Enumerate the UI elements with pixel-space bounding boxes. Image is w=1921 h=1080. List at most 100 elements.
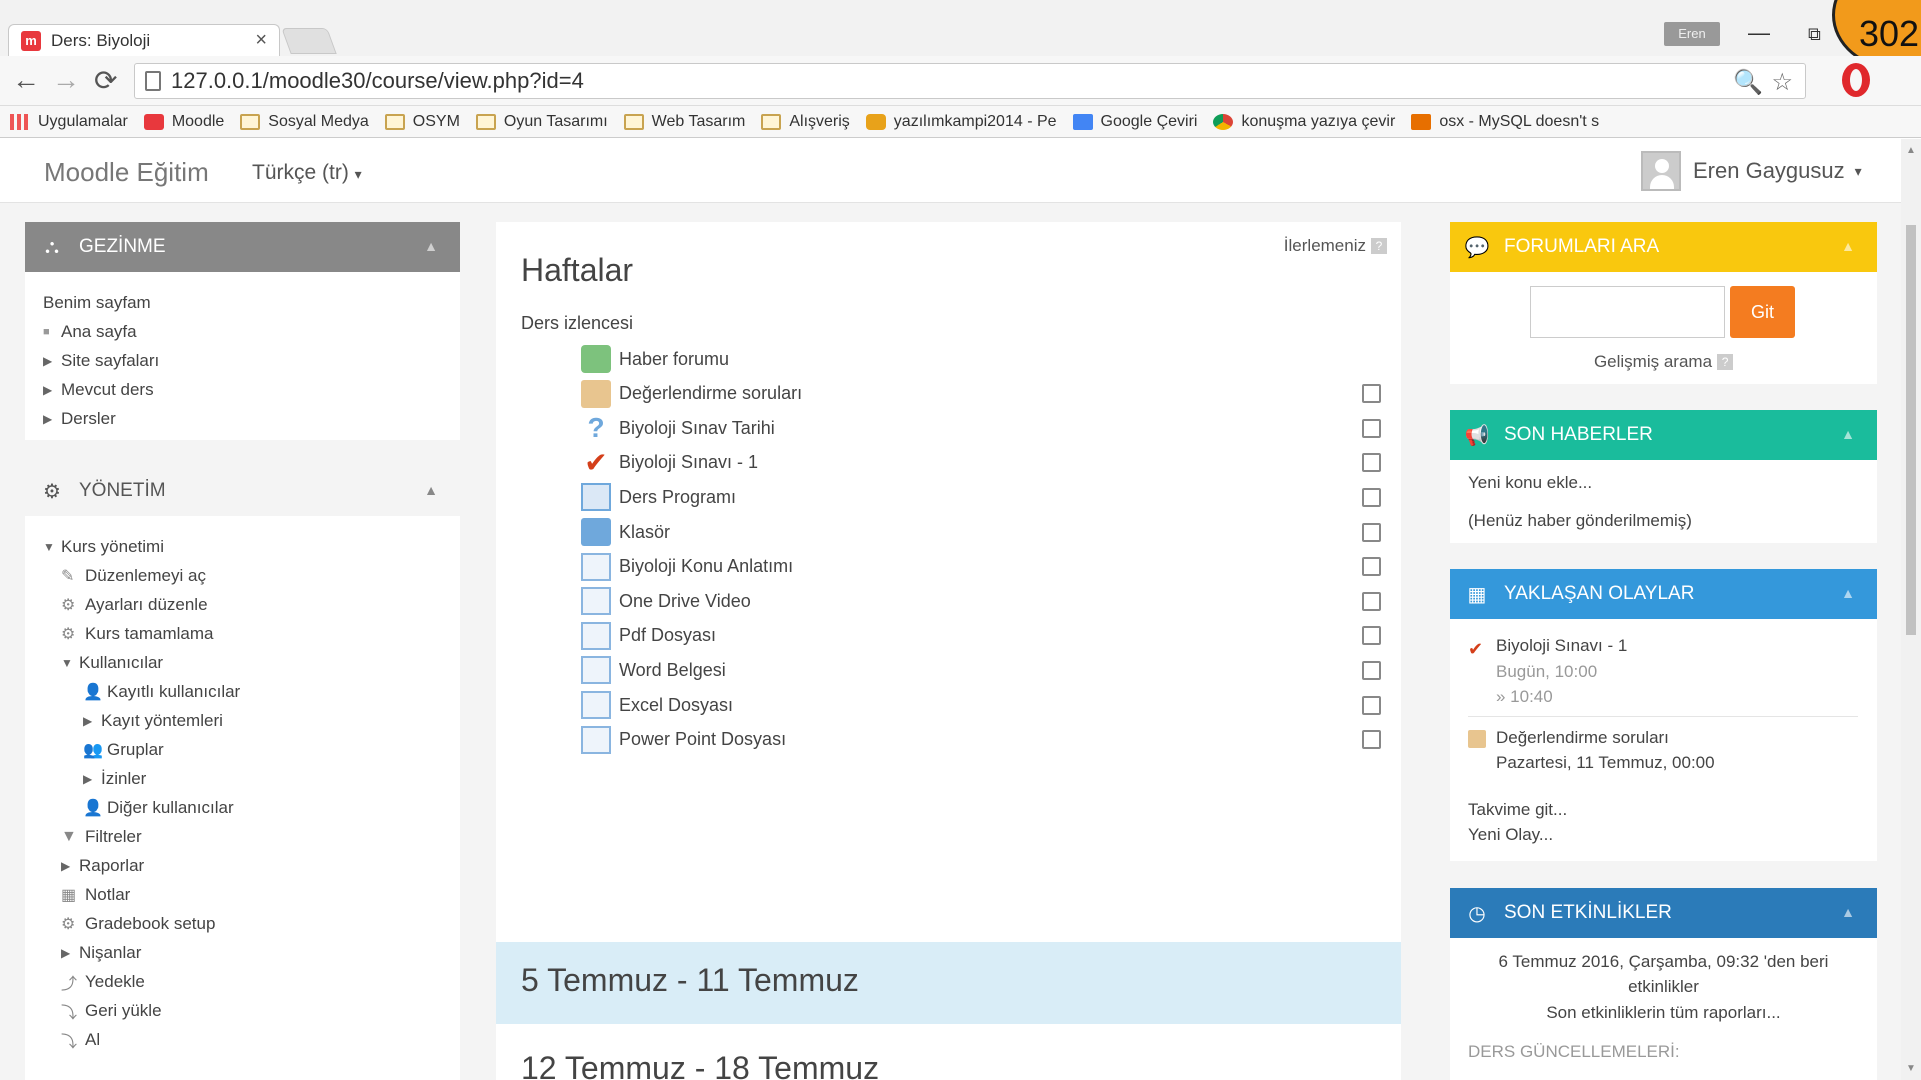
opera-extension-icon[interactable] — [1842, 63, 1870, 97]
bookmark-item[interactable]: Google Çeviri — [1072, 113, 1197, 131]
activity-link[interactable]: One Drive Video — [619, 591, 751, 612]
scroll-up-icon[interactable]: ▲ — [1906, 145, 1916, 156]
scroll-thumb[interactable] — [1906, 225, 1916, 635]
activity-link[interactable]: Biyoloji Sınavı - 1 — [619, 452, 758, 473]
site-brand[interactable]: Moodle Eğitim — [44, 157, 209, 188]
tree-item[interactable]: ⚙ Ayarları düzenle — [43, 590, 442, 619]
add-topic-link[interactable]: Yeni konu ekle... — [1468, 473, 1592, 493]
forum-search-input[interactable] — [1530, 286, 1725, 338]
back-icon[interactable]: ← — [12, 64, 40, 96]
bookmark-item[interactable]: yazılımkampi2014 - Pe — [865, 113, 1057, 131]
completion-checkbox[interactable] — [1362, 418, 1381, 438]
address-bar[interactable]: 127.0.0.1/moodle30/course/view.php?id=4 … — [134, 63, 1806, 99]
tree-item[interactable]: ▶ Mevcut ders — [43, 375, 442, 404]
tree-item[interactable]: ⚙ Gradebook setup — [43, 909, 442, 938]
completion-checkbox[interactable] — [1362, 626, 1381, 646]
language-menu[interactable]: Türkçe (tr) ▾ — [252, 161, 362, 185]
completion-checkbox[interactable] — [1362, 522, 1381, 542]
bookmark-item[interactable]: Moodle — [143, 113, 224, 131]
completion-checkbox[interactable] — [1362, 660, 1381, 680]
collapse-icon[interactable]: ▲ — [424, 482, 438, 498]
completion-checkbox[interactable] — [1362, 730, 1381, 750]
new-tab-button[interactable] — [281, 28, 337, 54]
forward-icon[interactable]: → — [52, 64, 80, 96]
completion-checkbox[interactable] — [1362, 591, 1381, 611]
browser-tab[interactable]: m Ders: Biyoloji × — [8, 24, 280, 56]
activity-item[interactable]: Word Belgesi — [581, 654, 1381, 686]
go-button[interactable]: Git — [1730, 286, 1795, 338]
tree-item[interactable]: ▼ Kurs yönetimi — [43, 532, 442, 561]
activity-link[interactable]: Haber forumu — [619, 349, 729, 370]
activity-item[interactable]: Biyoloji Konu Anlatımı — [581, 551, 1381, 583]
latest-news-header[interactable]: 📢 SON HABERLER ▲ — [1450, 410, 1877, 460]
reload-icon[interactable]: ⟳ — [94, 64, 117, 97]
event-1-name[interactable]: Biyoloji Sınavı - 1 — [1496, 636, 1627, 656]
bookmark-item[interactable]: Sosyal Medya — [240, 113, 369, 131]
profile-badge[interactable]: Eren — [1664, 22, 1720, 46]
scroll-down-icon[interactable]: ▼ — [1906, 1063, 1916, 1074]
week-title-current[interactable]: 5 Temmuz - 11 Temmuz — [521, 962, 859, 999]
activity-item[interactable]: Değerlendirme soruları — [581, 378, 1381, 410]
completion-checkbox[interactable] — [1362, 557, 1381, 577]
bookmark-item[interactable]: osx - MySQL doesn't s — [1411, 113, 1599, 131]
tree-item[interactable]: ✎ Düzenlemeyi aç — [43, 561, 442, 590]
tree-item[interactable]: ▶ Nişanlar — [43, 938, 442, 967]
tree-item[interactable]: 👤 Kayıtlı kullanıcılar — [43, 677, 442, 706]
user-menu[interactable]: Eren Gaygusuz ▾ — [1641, 151, 1862, 191]
administration-block-header[interactable]: ⚙ YÖNETİM ▲ — [25, 466, 460, 516]
completion-checkbox[interactable] — [1362, 487, 1381, 507]
goto-calendar-link[interactable]: Takvime git... — [1468, 800, 1567, 820]
restore-button[interactable]: ⧉ — [1808, 24, 1821, 45]
tree-item[interactable]: ▶ Raporlar — [43, 851, 442, 880]
activity-link[interactable]: Biyoloji Konu Anlatımı — [619, 556, 793, 577]
activity-item[interactable]: Klasör — [581, 516, 1381, 548]
collapse-icon[interactable]: ▲ — [1841, 904, 1855, 920]
bookmark-item[interactable]: Uygulamalar — [10, 113, 128, 131]
bookmark-item[interactable]: OSYM — [384, 113, 460, 131]
completion-checkbox[interactable] — [1362, 453, 1381, 473]
tree-item[interactable]: ▦ Notlar — [43, 880, 442, 909]
activity-item[interactable]: Haber forumu — [581, 343, 1381, 375]
activity-item[interactable]: Excel Dosyası — [581, 689, 1381, 721]
event-2-name[interactable]: Değerlendirme soruları — [1496, 728, 1669, 748]
tree-item[interactable]: Benim sayfam — [43, 288, 442, 317]
week-title-next[interactable]: 12 Temmuz - 18 Temmuz — [521, 1050, 879, 1080]
activity-link[interactable]: Klasör — [619, 522, 670, 543]
zoom-icon[interactable]: 🔍 — [1733, 68, 1763, 97]
completion-checkbox[interactable] — [1362, 695, 1381, 715]
page-scrollbar[interactable]: ▲ ▼ — [1901, 139, 1921, 1080]
activity-link[interactable]: Word Belgesi — [619, 660, 726, 681]
collapse-icon[interactable]: ▲ — [424, 238, 438, 254]
activity-item[interactable]: Pdf Dosyası — [581, 620, 1381, 652]
collapse-icon[interactable]: ▲ — [1841, 585, 1855, 601]
tree-item[interactable]: ▶ Kayıt yöntemleri — [43, 706, 442, 735]
activity-link[interactable]: Değerlendirme soruları — [619, 383, 802, 404]
tree-item[interactable]: ⤴ Yedekle — [43, 967, 442, 996]
activity-item[interactable]: Power Point Dosyası — [581, 724, 1381, 756]
activity-link[interactable]: Ders Programı — [619, 487, 736, 508]
close-tab-icon[interactable]: × — [255, 29, 267, 52]
recent-activity-header[interactable]: ◷ SON ETKİNLİKLER ▲ — [1450, 888, 1877, 938]
upcoming-events-header[interactable]: ▦ YAKLAŞAN OLAYLAR ▲ — [1450, 569, 1877, 619]
navigation-block-header[interactable]: ⛬ GEZİNME ▲ — [25, 222, 460, 272]
tree-item[interactable]: ▶ Dersler — [43, 404, 442, 433]
activity-item[interactable]: One Drive Video — [581, 585, 1381, 617]
activity-item[interactable]: ✔ Biyoloji Sınavı - 1 — [581, 447, 1381, 479]
activity-item[interactable]: Ders Programı — [581, 481, 1381, 513]
search-forums-header[interactable]: 💬 FORUMLARI ARA ▲ — [1450, 222, 1877, 272]
tree-item[interactable]: ■ Ana sayfa — [43, 317, 442, 346]
bookmark-item[interactable]: konuşma yazıya çevir — [1213, 113, 1395, 131]
activity-item[interactable]: ? Biyoloji Sınav Tarihi — [581, 412, 1381, 444]
bookmark-star-icon[interactable]: ☆ — [1771, 68, 1793, 97]
tree-item[interactable]: ⤵ Geri yükle — [43, 996, 442, 1025]
tree-item[interactable]: 👤 Diğer kullanıcılar — [43, 793, 442, 822]
collapse-icon[interactable]: ▲ — [1841, 238, 1855, 254]
tree-item[interactable]: ▶ İzinler — [43, 764, 442, 793]
tree-item[interactable]: ⚙ Kurs tamamlama — [43, 619, 442, 648]
tree-item[interactable]: ▼ Filtreler — [43, 822, 442, 851]
bookmark-item[interactable]: Alışveriş — [761, 113, 850, 131]
tree-item[interactable]: ▼ Kullanıcılar — [43, 648, 442, 677]
activity-link[interactable]: Excel Dosyası — [619, 695, 733, 716]
tree-item[interactable]: 👥 Gruplar — [43, 735, 442, 764]
bookmark-item[interactable]: Oyun Tasarımı — [475, 113, 608, 131]
